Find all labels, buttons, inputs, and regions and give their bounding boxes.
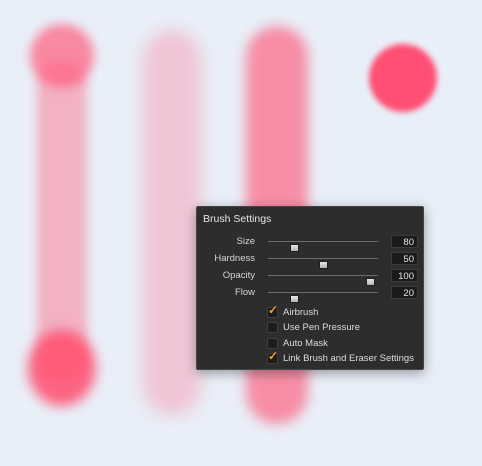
size-value-field[interactable]: 80 [391,235,418,248]
hardness-slider-thumb[interactable] [319,261,328,269]
slider-row-opacity: Opacity 100 [197,269,425,286]
checkbox-label-airbrush: Airbrush [283,307,319,318]
brush-stroke-soft [143,30,201,415]
checkbox-box[interactable] [267,322,278,333]
slider-row-hardness: Hardness 50 [197,252,425,269]
size-slider-track[interactable] [268,241,378,252]
opacity-slider-track[interactable] [268,275,378,286]
opacity-slider-thumb[interactable] [366,278,375,286]
hardness-label: Hardness [214,253,255,264]
checkbox-box[interactable] [267,338,278,349]
brush-settings-panel: Brush Settings Size 80 Hardness 50 Opaci… [196,206,424,370]
size-label: Size [236,236,255,247]
brush-stroke-blob-bottom [28,330,96,406]
checkmark-icon: ✓ [268,303,279,317]
opacity-value-field[interactable]: 100 [391,269,418,282]
hardness-slider-track[interactable] [268,258,378,269]
checkbox-label-link-brush-eraser: Link Brush and Eraser Settings [283,353,414,364]
flow-slider-track[interactable] [268,292,378,303]
hardness-value-field[interactable]: 50 [391,252,418,265]
brush-stroke-blob-top [30,24,94,88]
slider-row-size: Size 80 [197,235,425,252]
checkbox-label-auto-mask: Auto Mask [283,338,328,349]
flow-slider-thumb[interactable] [290,295,299,303]
checkbox-label-use-pen-pressure: Use Pen Pressure [283,322,361,333]
size-slider-thumb[interactable] [290,244,299,252]
flow-label: Flow [234,287,255,298]
checkmark-icon: ✓ [268,349,279,363]
flow-value-field[interactable]: 20 [391,286,418,299]
panel-title: Brush Settings [203,213,272,225]
brush-dot [369,44,437,112]
opacity-label: Opacity [222,270,255,281]
slider-row-flow: Flow 20 [197,286,425,303]
